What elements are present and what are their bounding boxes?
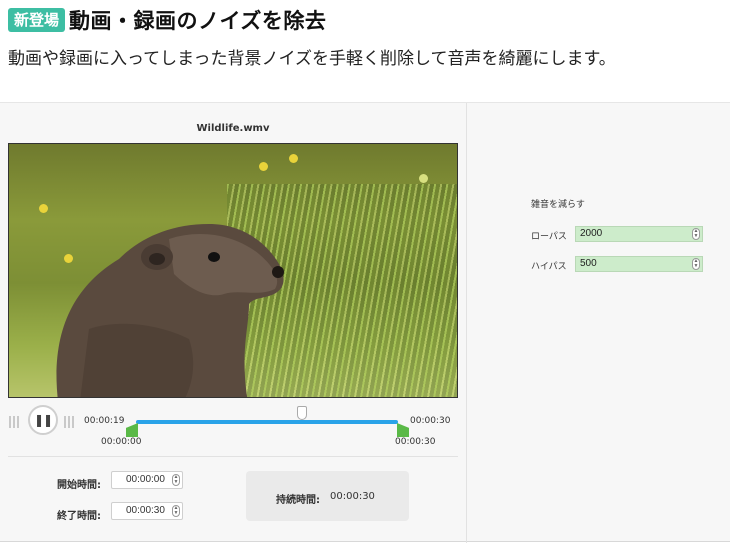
lowpass-input[interactable]: 2000 ▲ ▼ [575,226,703,242]
page-title: 動画・録画のノイズを除去 [69,9,327,33]
right-grip-icon [64,416,76,428]
video-flower [39,204,48,213]
section-divider [8,456,458,457]
video-flower [259,162,268,171]
total-time: 00:00:30 [410,416,451,426]
end-time-value: 00:00:30 [126,505,165,516]
noise-removal-app: Wildlife.wmv ❚❚ 00:00:19 00:00:30 00:00:… [0,102,730,543]
start-time-field[interactable]: 00:00:00 ▲ ▼ [111,471,183,489]
lowpass-label: ローパス [531,232,567,242]
start-time-spinner-icon[interactable]: ▲ ▼ [172,474,180,486]
video-preview[interactable] [8,143,458,398]
noise-reduction-title: 雑音を減らす [531,200,585,210]
start-time-value: 00:00:00 [126,474,165,485]
end-time-spinner-icon[interactable]: ▲ ▼ [172,505,180,517]
video-flower [289,154,298,163]
end-time-field[interactable]: 00:00:30 ▲ ▼ [111,502,183,520]
range-start-time: 00:00:00 [101,437,142,447]
duration-label: 持続時間: [276,495,320,506]
file-name: Wildlife.wmv [196,123,270,134]
video-flower [419,174,428,183]
new-badge: 新登場 [8,8,66,32]
playhead-handle[interactable] [296,406,307,420]
left-grip-icon [9,416,21,428]
trim-end-handle[interactable] [397,423,409,437]
highpass-value: 500 [580,258,597,269]
lowpass-value: 2000 [580,228,603,239]
duration-panel: 持続時間: 00:00:30 [246,471,409,521]
highpass-input[interactable]: 500 ▲ ▼ [575,256,703,272]
duration-value: 00:00:30 [330,491,375,502]
highpass-label: ハイパス [531,262,567,272]
timeline-track[interactable] [136,420,398,424]
pause-button[interactable]: ❚❚ [28,405,58,435]
range-end-time: 00:00:30 [395,437,436,447]
video-marmot [56,224,284,397]
title-row: 新登場 動画・録画のノイズを除去 [8,6,722,34]
pause-icon: ❚❚ [33,413,53,427]
page-header: 新登場 動画・録画のノイズを除去 動画や録画に入ってしまった背景ノイズを手軽く削… [8,6,722,86]
highpass-spinner-icon[interactable]: ▲ ▼ [692,258,700,270]
panel-divider [466,103,467,543]
end-time-label: 終了時間: [57,511,101,522]
current-time: 00:00:19 [84,416,125,426]
lowpass-spinner-icon[interactable]: ▲ ▼ [692,228,700,240]
page-subtitle: 動画や録画に入ってしまった背景ノイズを手軽く削除して音声を綺麗にします。 [8,49,616,69]
start-time-label: 開始時間: [57,480,101,491]
trim-start-handle[interactable] [126,423,138,437]
